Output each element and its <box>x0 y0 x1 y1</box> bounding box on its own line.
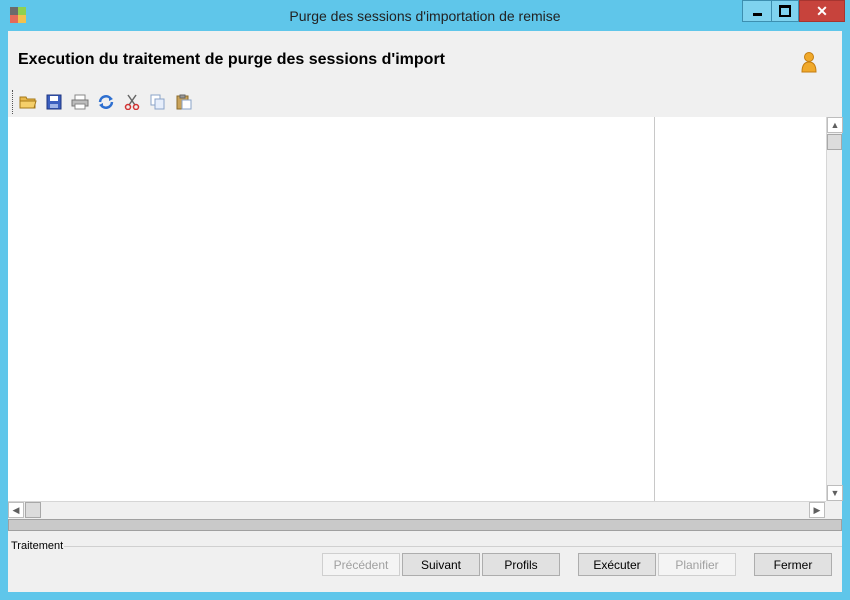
horizontal-scrollbar[interactable]: ◀ ▶ <box>8 501 826 518</box>
close-button[interactable]: Fermer <box>754 553 832 576</box>
horizontal-scroll-thumb[interactable] <box>25 502 41 518</box>
progress-bar <box>8 519 842 531</box>
close-window-button[interactable]: ✕ <box>799 0 845 22</box>
panel-splitter[interactable] <box>654 117 655 501</box>
group-label: Traitement <box>11 540 64 552</box>
vertical-scroll-thumb[interactable] <box>827 134 842 150</box>
close-icon: ✕ <box>816 2 828 19</box>
chevron-up-icon: ▲ <box>830 120 840 130</box>
user-icon <box>800 51 818 73</box>
application-window: Purge des sessions d'importation de remi… <box>0 0 850 600</box>
scroll-left-button[interactable]: ◀ <box>8 502 24 518</box>
vertical-scrollbar[interactable]: ▲ ▼ <box>826 117 843 501</box>
scroll-up-button[interactable]: ▲ <box>827 117 843 133</box>
maximize-icon <box>779 5 791 17</box>
copy-icon[interactable] <box>147 91 169 113</box>
execute-button[interactable]: Exécuter <box>578 553 656 576</box>
toolbar <box>12 90 217 114</box>
save-icon[interactable] <box>43 91 65 113</box>
profiles-button[interactable]: Profils <box>482 553 560 576</box>
window-title: Purge des sessions d'importation de remi… <box>289 8 561 24</box>
client-area: Execution du traitement de purge des ses… <box>8 31 843 592</box>
chevron-left-icon: ◀ <box>12 504 20 515</box>
scroll-corner <box>826 501 842 518</box>
minimize-button[interactable] <box>742 0 771 22</box>
next-button[interactable]: Suivant <box>402 553 480 576</box>
group-divider <box>64 546 842 547</box>
scroll-down-button[interactable]: ▼ <box>827 485 843 501</box>
paste-icon[interactable] <box>173 91 195 113</box>
refresh-icon[interactable] <box>95 91 117 113</box>
previous-button[interactable]: Précédent <box>322 553 400 576</box>
cut-icon[interactable] <box>121 91 143 113</box>
page-title: Execution du traitement de purge des ses… <box>18 51 445 68</box>
scroll-right-button[interactable]: ▶ <box>809 502 825 518</box>
minimize-icon <box>752 12 762 16</box>
title-bar[interactable]: Purge des sessions d'importation de remi… <box>0 0 850 31</box>
chevron-right-icon: ▶ <box>813 504 821 515</box>
chevron-down-icon: ▼ <box>830 488 840 498</box>
maximize-button[interactable] <box>771 0 799 22</box>
content-panel[interactable]: ▲ ▼ <box>8 117 843 501</box>
open-folder-icon[interactable] <box>17 91 39 113</box>
processing-group: Traitement Précédent Suivant Profils Exé… <box>8 539 842 592</box>
schedule-button[interactable]: Planifier <box>658 553 736 576</box>
print-icon[interactable] <box>69 91 91 113</box>
